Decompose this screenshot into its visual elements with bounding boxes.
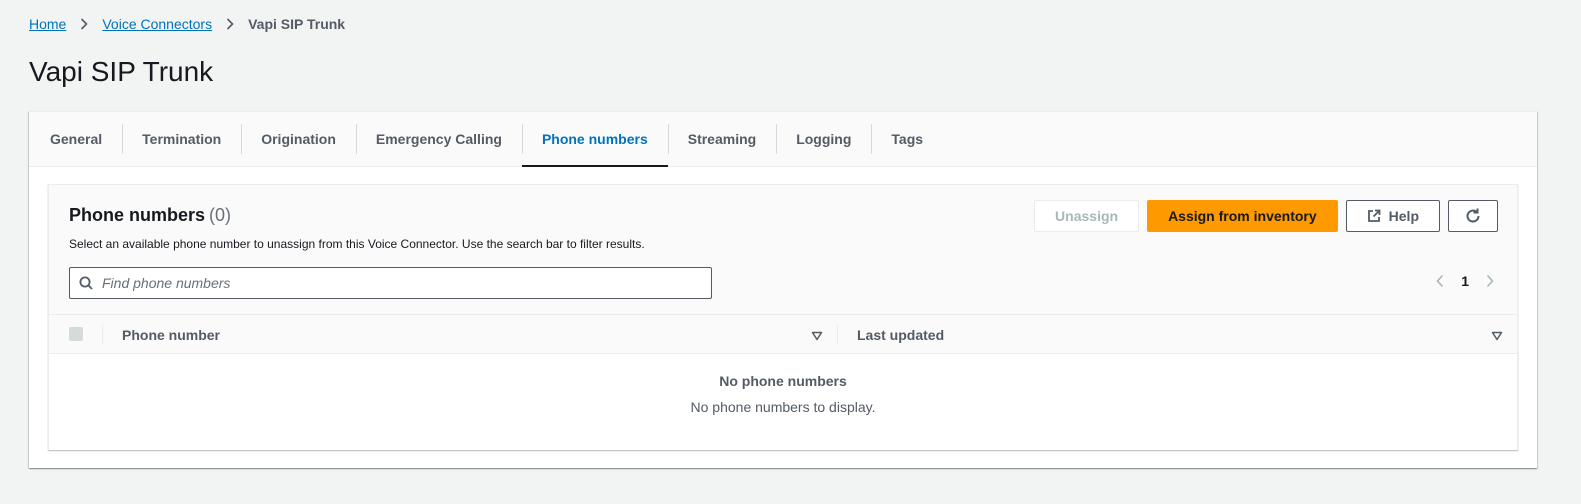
- breadcrumb: Home Voice Connectors Vapi SIP Trunk: [29, 15, 345, 33]
- tab-termination[interactable]: Termination: [122, 112, 241, 166]
- tab-logging[interactable]: Logging: [776, 112, 871, 166]
- help-button-label: Help: [1388, 208, 1419, 224]
- empty-state-message: No phone numbers to display.: [690, 399, 876, 415]
- page-number[interactable]: 1: [1457, 273, 1473, 289]
- table-header: Phone number Last updated: [49, 314, 1517, 354]
- tab-streaming[interactable]: Streaming: [667, 112, 776, 166]
- tab-bar: General Termination Origination Emergenc…: [29, 112, 1537, 167]
- breadcrumb-home-link[interactable]: Home: [29, 16, 66, 32]
- voice-connector-details-container: General Termination Origination Emergenc…: [29, 111, 1537, 468]
- tab-phone-numbers[interactable]: Phone numbers: [521, 112, 668, 167]
- chevron-left-icon[interactable]: [1435, 274, 1445, 288]
- panel-description: Select an available phone number to unas…: [69, 237, 645, 251]
- sort-caret-down-icon[interactable]: [1491, 328, 1503, 346]
- refresh-icon: [1464, 207, 1482, 225]
- phone-number-count: (0): [209, 205, 232, 225]
- sort-caret-down-icon[interactable]: [811, 328, 823, 346]
- tab-origination[interactable]: Origination: [241, 112, 356, 166]
- help-button[interactable]: Help: [1345, 200, 1440, 232]
- empty-state-title: No phone numbers: [719, 373, 847, 389]
- panel-title: Phone numbers (0): [69, 205, 231, 226]
- column-header-phone-number[interactable]: Phone number: [122, 327, 220, 343]
- column-divider: [837, 325, 838, 345]
- chevron-right-icon[interactable]: [1485, 274, 1495, 288]
- chevron-right-icon: [226, 18, 234, 30]
- column-header-last-updated[interactable]: Last updated: [857, 327, 944, 343]
- tab-emergency-calling[interactable]: Emergency Calling: [355, 112, 522, 166]
- chevron-right-icon: [80, 18, 88, 30]
- unassign-button[interactable]: Unassign: [1034, 200, 1140, 232]
- search-icon: [79, 276, 93, 290]
- search-field[interactable]: [69, 267, 712, 299]
- pagination: 1: [1435, 273, 1495, 289]
- tab-general[interactable]: General: [29, 112, 122, 166]
- tab-tags[interactable]: Tags: [871, 112, 943, 166]
- breadcrumb-current: Vapi SIP Trunk: [248, 16, 346, 32]
- refresh-button[interactable]: [1448, 200, 1498, 232]
- empty-state: No phone numbers No phone numbers to dis…: [49, 373, 1517, 415]
- column-divider: [102, 325, 103, 345]
- select-all-checkbox[interactable]: [69, 327, 83, 341]
- external-link-icon: [1367, 209, 1381, 223]
- panel-actions: Unassign Assign from inventory Help: [1034, 200, 1498, 232]
- page-title: Vapi SIP Trunk: [29, 56, 214, 87]
- panel-title-text: Phone numbers: [69, 205, 206, 225]
- assign-from-inventory-button[interactable]: Assign from inventory: [1147, 200, 1338, 232]
- breadcrumb-voice-connectors-link[interactable]: Voice Connectors: [102, 16, 212, 32]
- phone-numbers-panel: Phone numbers (0) Select an available pho…: [48, 184, 1518, 450]
- search-input[interactable]: [102, 275, 682, 291]
